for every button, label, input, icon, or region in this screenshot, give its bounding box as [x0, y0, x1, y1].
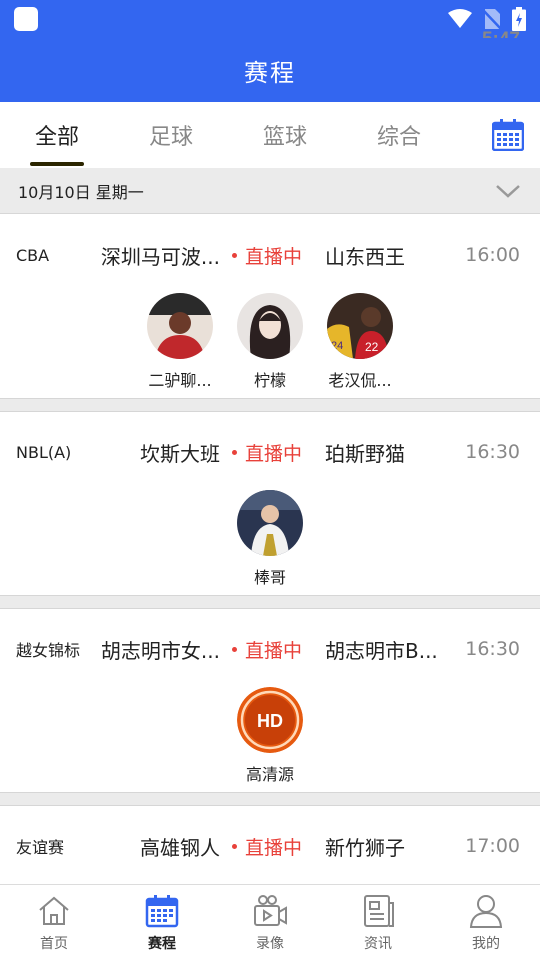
league-name: CBA	[16, 245, 50, 265]
live-dot	[232, 843, 237, 849]
anchor-name: 高清源	[245, 765, 294, 784]
status-bar: 5:47	[0, 0, 540, 50]
match-time: 17:00	[465, 835, 520, 857]
live-dot	[232, 449, 237, 455]
away-team: 山东西王	[325, 244, 405, 269]
live-dot	[232, 646, 237, 652]
tab-all[interactable]: 全部	[0, 102, 114, 168]
anchor-item[interactable]: 二驴聊...	[147, 293, 213, 391]
svg-text:HD: HD	[257, 711, 283, 731]
news-icon	[364, 895, 394, 927]
notification-icon	[14, 7, 38, 31]
match-row: 越女锦标 胡志明市女... 直播中 胡志明市B... 16:30	[0, 609, 540, 689]
video-icon	[254, 895, 287, 926]
page-title: 赛程	[244, 58, 296, 87]
nav-schedule[interactable]: 赛程	[108, 885, 216, 960]
match-time: 16:00	[465, 244, 520, 266]
live-status: 直播中	[232, 215, 302, 295]
chevron-down-icon[interactable]	[494, 177, 522, 205]
match-card[interactable]: NBL(A) 坎斯大班 直播中 珀斯野猫 16:30 棒哥	[0, 412, 540, 595]
app-header: 赛程	[0, 38, 540, 102]
divider	[0, 792, 540, 806]
live-status: 直播中	[232, 609, 302, 689]
schedule-icon	[145, 895, 179, 928]
home-team: 深圳马可波...	[100, 244, 220, 269]
match-row: 友谊赛 高雄钢人 直播中 新竹狮子 17:00	[0, 806, 540, 886]
nav-news[interactable]: 资讯	[324, 885, 432, 960]
tab-basketball[interactable]: 篮球	[228, 102, 342, 168]
match-row: NBL(A) 坎斯大班 直播中 珀斯野猫 16:30	[0, 412, 540, 492]
anchor-list: 二驴聊... 柠檬 22 24 老汉侃...	[0, 293, 540, 391]
anchor-list: 棒哥	[0, 490, 540, 588]
divider	[0, 595, 540, 609]
match-row: CBA 深圳马可波... 直播中 山东西王 16:00	[0, 215, 540, 295]
tab-football[interactable]: 足球	[114, 102, 228, 168]
live-dot	[232, 252, 237, 258]
league-name: 友谊赛	[16, 838, 65, 857]
nav-profile[interactable]: 我的	[432, 885, 540, 960]
svg-text:24: 24	[331, 340, 343, 352]
live-status: 直播中	[232, 412, 302, 492]
profile-icon	[469, 895, 503, 928]
svg-text:22: 22	[365, 340, 379, 354]
home-team: 坎斯大班	[140, 441, 220, 466]
match-card[interactable]: CBA 深圳马可波... 直播中 山东西王 16:00 二驴聊... 柠檬 22…	[0, 215, 540, 398]
live-status: 直播中	[232, 806, 302, 886]
status-icons: 5:47	[448, 7, 526, 50]
anchor-item[interactable]: HD 高清源	[237, 687, 303, 785]
home-team: 胡志明市女...	[100, 638, 220, 663]
avatar	[237, 293, 303, 359]
anchor-item[interactable]: 棒哥	[237, 490, 303, 588]
avatar	[237, 490, 303, 556]
match-time: 16:30	[465, 638, 520, 660]
anchor-item[interactable]: 柠檬	[237, 293, 303, 391]
league-name: NBL(A)	[16, 442, 72, 462]
anchor-name: 老汉侃...	[328, 371, 392, 390]
hd-source-icon: HD	[237, 687, 303, 753]
league-name: 越女锦标	[16, 641, 81, 660]
bottom-nav: 首页 赛程 录像 资讯 我的	[0, 884, 540, 960]
anchor-name: 棒哥	[253, 568, 286, 587]
category-tabs: 全部 足球 篮球 综合	[0, 102, 540, 168]
wifi-icon	[448, 9, 472, 28]
tab-general[interactable]: 综合	[342, 102, 456, 168]
date-bar[interactable]: 10月10日 星期一	[0, 168, 540, 214]
away-team: 珀斯野猫	[325, 441, 405, 466]
anchor-list: HD 高清源	[0, 687, 540, 785]
divider	[0, 398, 540, 412]
match-card[interactable]: 越女锦标 胡志明市女... 直播中 胡志明市B... 16:30 HD 高清源	[0, 609, 540, 792]
avatar	[147, 293, 213, 359]
match-card[interactable]: 友谊赛 高雄钢人 直播中 新竹狮子 17:00	[0, 806, 540, 884]
home-team: 高雄钢人	[140, 835, 220, 860]
nav-video[interactable]: 录像	[216, 885, 324, 960]
anchor-name: 柠檬	[253, 371, 286, 390]
anchor-item[interactable]: 22 24 老汉侃...	[327, 293, 393, 391]
avatar: 22 24	[327, 293, 393, 359]
nav-home[interactable]: 首页	[0, 885, 108, 960]
away-team: 胡志明市B...	[325, 638, 438, 663]
away-team: 新竹狮子	[325, 835, 405, 860]
date-label: 10月10日 星期一	[18, 182, 144, 202]
anchor-name: 二驴聊...	[148, 371, 212, 390]
home-icon	[39, 896, 69, 925]
match-time: 16:30	[465, 441, 520, 463]
calendar-icon[interactable]	[492, 119, 524, 151]
